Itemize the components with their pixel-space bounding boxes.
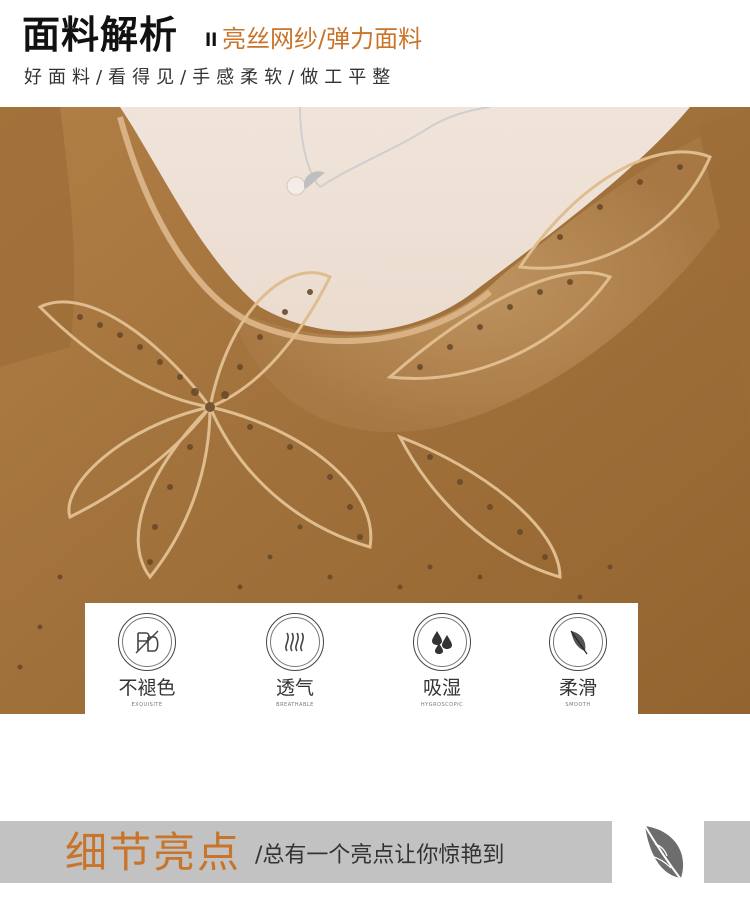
section-title: 面料解析 — [22, 13, 179, 57]
feather-icon — [549, 613, 607, 671]
no-fade-icon — [118, 613, 176, 671]
feature-en-label: SMOOTH — [565, 702, 591, 708]
feature-smooth: 柔滑 SMOOTH — [533, 613, 623, 709]
feature-breathable: 透气 BREATHABLE — [250, 613, 340, 709]
feature-no-fade: 不褪色 EXQUISITE — [102, 613, 192, 709]
leaf-icon — [633, 818, 695, 886]
title-separator: ll — [205, 30, 218, 51]
feature-panel: 不褪色 EXQUISITE 透气 BREATHABLE 吸湿 HYGROSCOP… — [85, 603, 638, 714]
fabric-tagline: 好面料/看得见/手感柔软/做工平整 — [24, 67, 397, 88]
feature-en-label: HYGROSCOPIC — [420, 702, 464, 708]
feature-label: 不褪色 — [118, 677, 176, 699]
feature-en-label: EXQUISITE — [131, 702, 163, 708]
moisture-drops-icon — [413, 613, 471, 671]
highlight-title: 细节亮点 — [65, 828, 242, 877]
breathable-icon — [266, 613, 324, 671]
fabric-subtitle: 亮丝网纱/弹力面料 — [222, 25, 423, 53]
feature-label: 柔滑 — [558, 677, 597, 699]
feature-moisture: 吸湿 HYGROSCOPIC — [397, 613, 487, 709]
highlight-banner-end — [704, 821, 750, 883]
feature-label: 透气 — [275, 677, 314, 699]
feature-label: 吸湿 — [422, 677, 461, 699]
feature-en-label: BREATHABLE — [276, 702, 314, 708]
highlight-subtitle: /总有一个亮点让你惊艳到 — [255, 843, 505, 868]
